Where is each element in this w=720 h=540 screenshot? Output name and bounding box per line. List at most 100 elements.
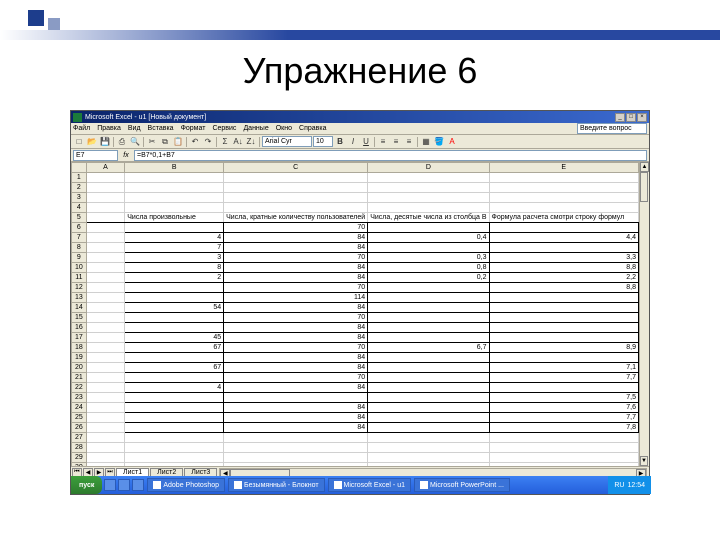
quicklaunch-icon[interactable]	[132, 479, 144, 491]
align-right-icon[interactable]: ≡	[403, 136, 415, 148]
cell-A13[interactable]	[86, 293, 125, 303]
cell-D9[interactable]: 0,3	[368, 253, 489, 263]
cell-A8[interactable]	[86, 243, 125, 253]
cell-B15[interactable]	[125, 313, 224, 323]
cell-C14[interactable]: 84	[224, 303, 368, 313]
preview-icon[interactable]: 🔍	[129, 136, 141, 148]
cell-D15[interactable]	[368, 313, 489, 323]
menu-view[interactable]: Вид	[128, 125, 141, 132]
cell-E4[interactable]	[489, 203, 638, 213]
cell-B30[interactable]	[125, 463, 224, 467]
row-header[interactable]: 13	[72, 293, 87, 303]
cell-B17[interactable]: 45	[125, 333, 224, 343]
cell-E7[interactable]: 4,4	[489, 233, 638, 243]
cell-C17[interactable]: 84	[224, 333, 368, 343]
cell-A9[interactable]	[86, 253, 125, 263]
menu-format[interactable]: Формат	[181, 125, 206, 132]
cell-D22[interactable]	[368, 383, 489, 393]
help-search[interactable]: Введите вопрос	[577, 123, 647, 134]
cell-A19[interactable]	[86, 353, 125, 363]
cell-E9[interactable]: 3,3	[489, 253, 638, 263]
cell-B10[interactable]: 8	[125, 263, 224, 273]
sort-desc-icon[interactable]: Z↓	[245, 136, 257, 148]
cell-E30[interactable]	[489, 463, 638, 467]
cell-A29[interactable]	[86, 453, 125, 463]
cell-E6[interactable]	[489, 223, 638, 233]
row-header[interactable]: 4	[72, 203, 87, 213]
cell-B28[interactable]	[125, 443, 224, 453]
cell-B8[interactable]: 7	[125, 243, 224, 253]
underline-icon[interactable]: U	[360, 136, 372, 148]
cell-D20[interactable]	[368, 363, 489, 373]
cell-D4[interactable]	[368, 203, 489, 213]
scroll-up-icon[interactable]: ▲	[640, 162, 649, 172]
cell-A18[interactable]	[86, 343, 125, 353]
cell-A11[interactable]	[86, 273, 125, 283]
cell-E12[interactable]: 8,8	[489, 283, 638, 293]
cell-E26[interactable]: 7,8	[489, 423, 638, 433]
menu-insert[interactable]: Вставка	[148, 125, 174, 132]
row-header[interactable]: 19	[72, 353, 87, 363]
cell-B16[interactable]	[125, 323, 224, 333]
cell-E24[interactable]: 7,6	[489, 403, 638, 413]
cell-D27[interactable]	[368, 433, 489, 443]
cell-E21[interactable]: 7,7	[489, 373, 638, 383]
cell-B18[interactable]: 67	[125, 343, 224, 353]
cell-D16[interactable]	[368, 323, 489, 333]
cell-B9[interactable]: 3	[125, 253, 224, 263]
cell-B21[interactable]	[125, 373, 224, 383]
cell-A4[interactable]	[86, 203, 125, 213]
titlebar[interactable]: Microsoft Excel - u1 [Новый документ] _ …	[71, 111, 649, 123]
cell-A22[interactable]	[86, 383, 125, 393]
cell-D17[interactable]	[368, 333, 489, 343]
cell-B6[interactable]	[125, 223, 224, 233]
menu-data[interactable]: Данные	[243, 125, 268, 132]
cell-B26[interactable]	[125, 423, 224, 433]
cell-E15[interactable]	[489, 313, 638, 323]
align-left-icon[interactable]: ≡	[377, 136, 389, 148]
clock[interactable]: 12:54	[627, 482, 645, 489]
row-header[interactable]: 1	[72, 173, 87, 183]
cell-B2[interactable]	[125, 183, 224, 193]
borders-icon[interactable]: ▦	[420, 136, 432, 148]
cell-E2[interactable]	[489, 183, 638, 193]
cell-B3[interactable]	[125, 193, 224, 203]
cell-A2[interactable]	[86, 183, 125, 193]
select-all[interactable]	[72, 163, 87, 173]
lang-indicator[interactable]: RU	[614, 482, 624, 489]
menu-window[interactable]: Окно	[276, 125, 292, 132]
fontsize-combo[interactable]: 10	[313, 136, 333, 147]
cell-A5[interactable]	[86, 213, 125, 223]
row-header[interactable]: 5	[72, 213, 87, 223]
cell-A1[interactable]	[86, 173, 125, 183]
cell-A16[interactable]	[86, 323, 125, 333]
cell-C18[interactable]: 70	[224, 343, 368, 353]
cell-A27[interactable]	[86, 433, 125, 443]
cell-C15[interactable]: 70	[224, 313, 368, 323]
new-icon[interactable]: □	[73, 136, 85, 148]
redo-icon[interactable]: ↷	[202, 136, 214, 148]
copy-icon[interactable]: ⧉	[159, 136, 171, 148]
system-tray[interactable]: RU 12:54	[608, 476, 651, 494]
cell-B24[interactable]	[125, 403, 224, 413]
col-header-C[interactable]: C	[224, 163, 368, 173]
cell-C5[interactable]: Числа, кратные количеству пользователей	[224, 213, 368, 223]
col-header-D[interactable]: D	[368, 163, 489, 173]
close-button[interactable]: ×	[637, 113, 647, 122]
align-center-icon[interactable]: ≡	[390, 136, 402, 148]
row-header[interactable]: 14	[72, 303, 87, 313]
row-header[interactable]: 11	[72, 273, 87, 283]
cell-C4[interactable]	[224, 203, 368, 213]
scroll-down-icon[interactable]: ▼	[640, 456, 648, 466]
cell-A20[interactable]	[86, 363, 125, 373]
cell-A25[interactable]	[86, 413, 125, 423]
fontcolor-icon[interactable]: A	[446, 136, 458, 148]
col-header-A[interactable]: A	[86, 163, 125, 173]
cell-E1[interactable]	[489, 173, 638, 183]
cell-C11[interactable]: 84	[224, 273, 368, 283]
cell-B12[interactable]	[125, 283, 224, 293]
cell-A26[interactable]	[86, 423, 125, 433]
cell-C25[interactable]: 84	[224, 413, 368, 423]
row-header[interactable]: 21	[72, 373, 87, 383]
cell-A7[interactable]	[86, 233, 125, 243]
